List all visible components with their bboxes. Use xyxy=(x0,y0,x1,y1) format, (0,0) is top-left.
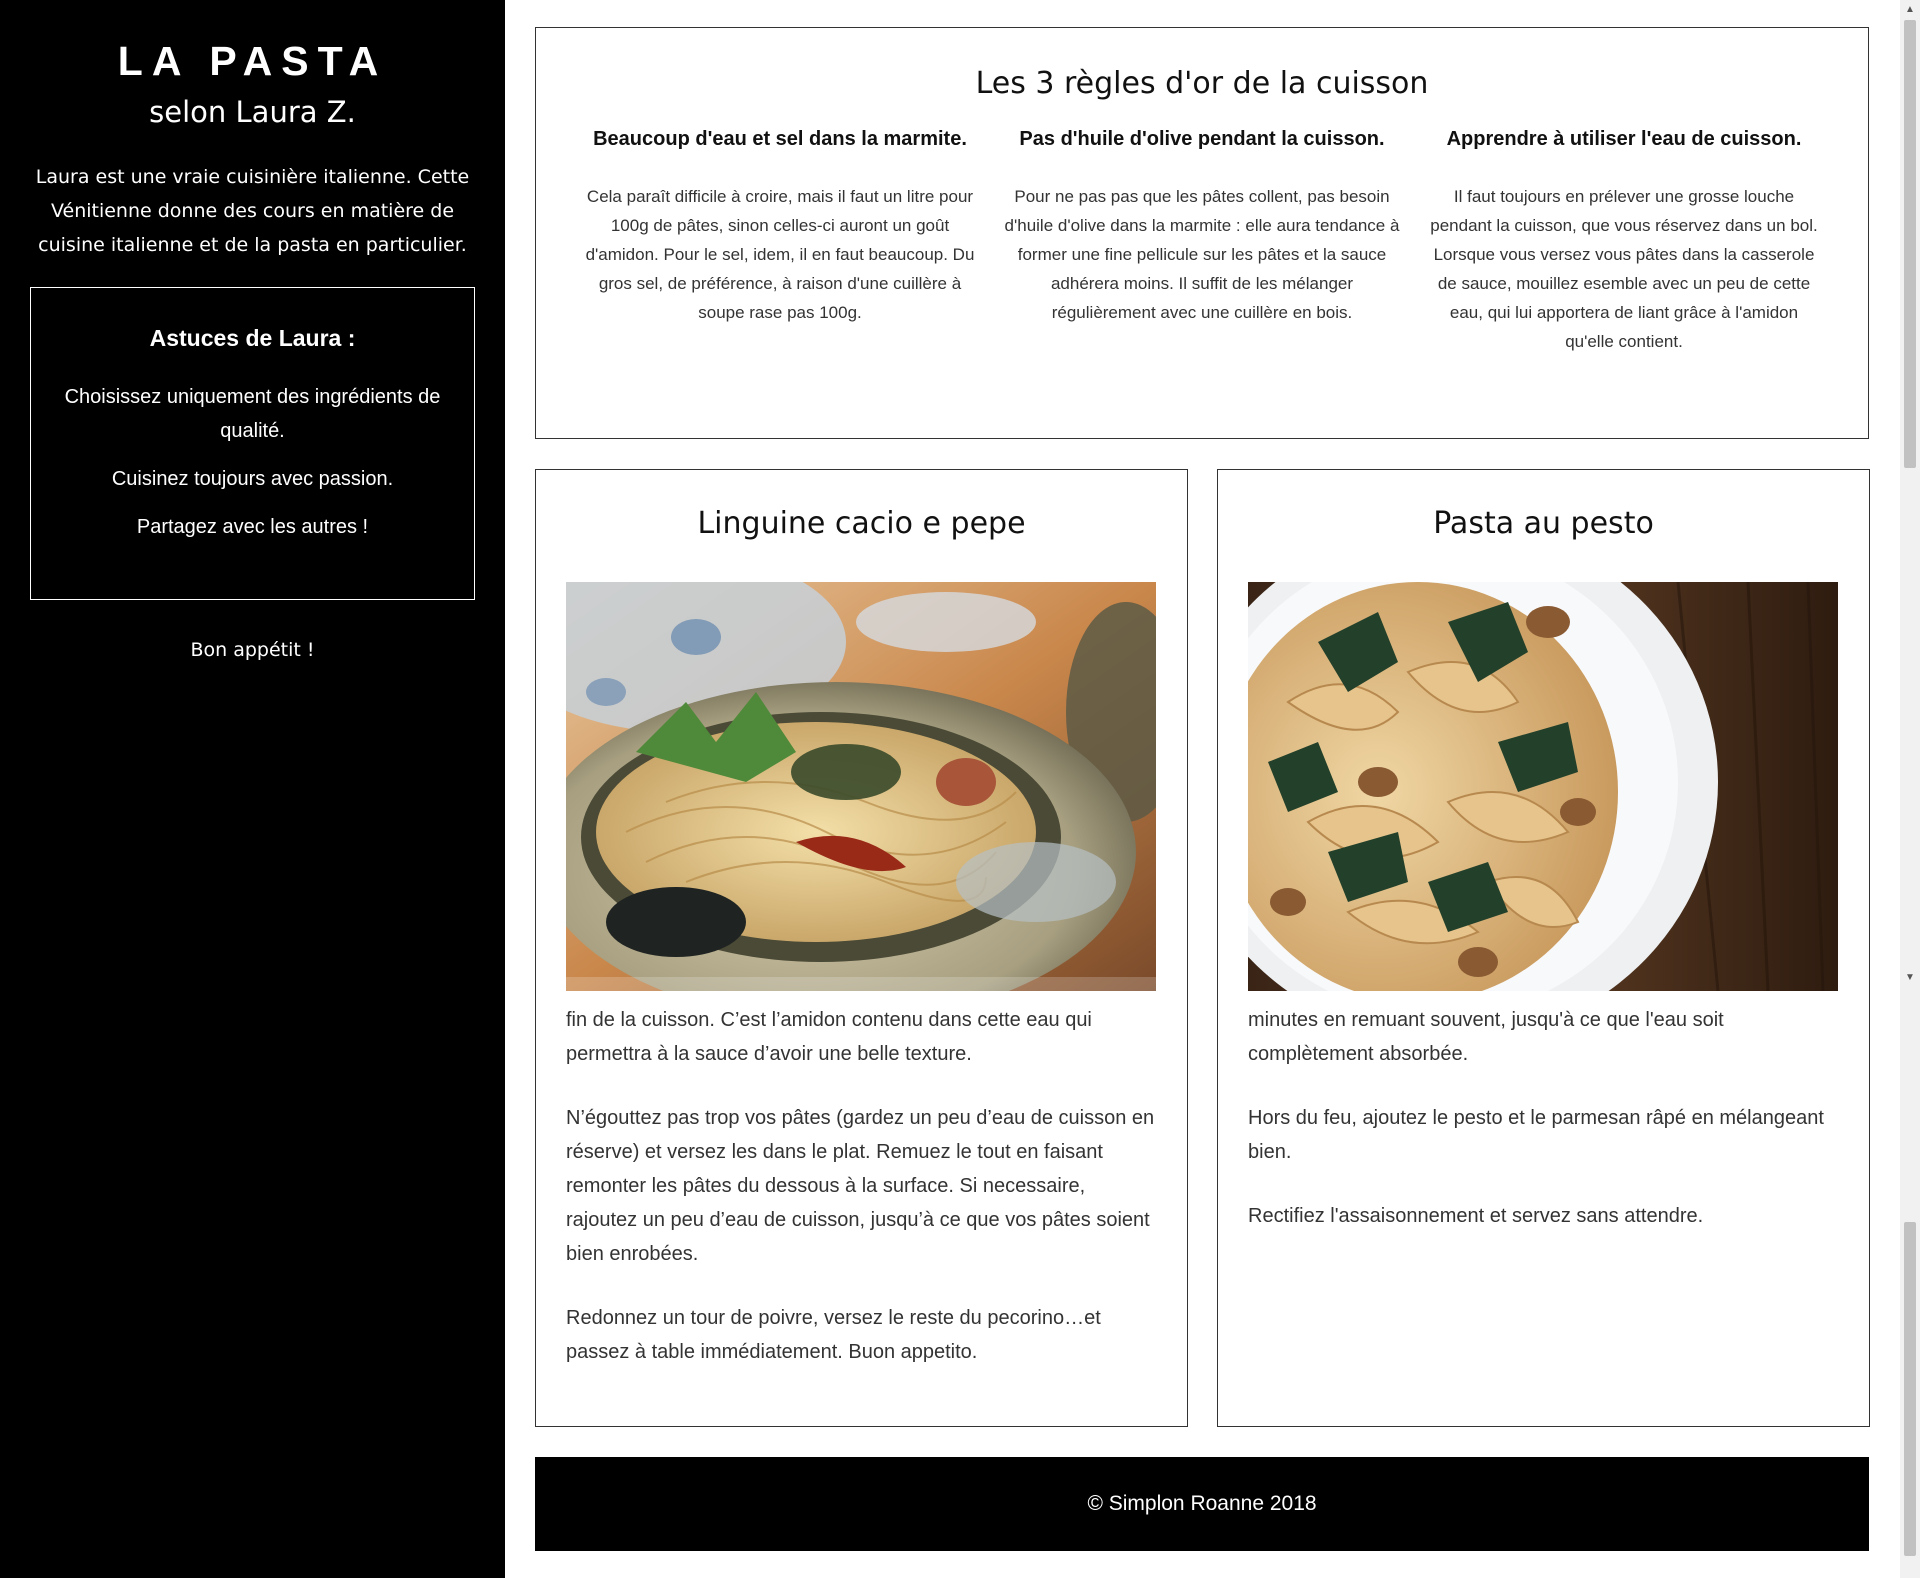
recipe-photo-spaghetti-bowl xyxy=(566,582,1156,991)
recipe-paragraph: Hors du feu, ajoutez le pesto et le parm… xyxy=(1248,1107,1824,1163)
footer-copyright: © Simplon Roanne 2018 xyxy=(1087,1492,1317,1515)
rule-heading: Pas d'huile d'olive pendant la cuisson. xyxy=(1019,128,1385,150)
rules-columns: Beaucoup d'eau et sel dans la marmite. C… xyxy=(536,124,1868,356)
page-footer: © Simplon Roanne 2018 xyxy=(535,1457,1869,1551)
site-subtitle: selon Laura Z. xyxy=(149,95,356,129)
tips-title: Astuces de Laura : xyxy=(149,325,356,351)
rule-column: Apprendre à utiliser l'eau de cuisson. I… xyxy=(1424,124,1824,356)
signoff-text: Bon appétit ! xyxy=(190,639,315,661)
rule-column: Beaucoup d'eau et sel dans la marmite. C… xyxy=(580,124,980,356)
tips-list: Choisissez uniquement des ingrédients de… xyxy=(31,380,474,544)
recipe-paragraph: N’égouttez pas trop vos pâtes (gardez un… xyxy=(566,1107,1155,1265)
rule-text: Il faut toujours en prélever une grosse … xyxy=(1430,187,1818,351)
rule-heading: Beaucoup d'eau et sel dans la marmite. xyxy=(593,128,967,150)
scroll-down-arrow-icon[interactable]: ▼ xyxy=(1900,972,1920,983)
recipe-paragraph: fin de la cuisson. C’est l’amidon conten… xyxy=(566,1009,1092,1065)
page-scrollbar[interactable]: ▲ ▼ xyxy=(1900,0,1920,1578)
site-brand: LA PASTA xyxy=(117,38,388,84)
tip-item: Cuisinez toujours avec passion. xyxy=(111,468,394,490)
scroll-up-arrow-icon[interactable]: ▲ xyxy=(1900,4,1920,15)
cooking-rules-section: Les 3 règles d'or de la cuisson Beaucoup… xyxy=(535,27,1869,439)
rule-text: Cela paraît difficile à croire, mais il … xyxy=(585,187,975,322)
rules-title: Les 3 règles d'or de la cuisson xyxy=(975,66,1429,101)
tip-item: Choisissez uniquement des ingrédients de… xyxy=(64,386,441,442)
author-intro: Laura est une vraie cuisinière italienne… xyxy=(35,166,470,256)
recipe-paragraph: Redonnez un tour de poivre, versez le re… xyxy=(566,1307,1101,1363)
scrollbar-thumb-lower[interactable] xyxy=(1904,1222,1916,1556)
recipe-title: Linguine cacio e pepe xyxy=(697,506,1026,541)
rule-column: Pas d'huile d'olive pendant la cuisson. … xyxy=(1002,124,1402,356)
rule-text: Pour ne pas pas que les pâtes collent, p… xyxy=(1004,187,1400,322)
recipe-paragraph: Rectifiez l'assaisonnement et servez san… xyxy=(1248,1205,1704,1227)
recipe-paragraph: minutes en remuant souvent, jusqu'à ce q… xyxy=(1248,1009,1724,1065)
rule-heading: Apprendre à utiliser l'eau de cuisson. xyxy=(1446,128,1802,150)
scrollbar-thumb[interactable] xyxy=(1904,20,1916,468)
recipe-card-pasta-pesto: Pasta au pesto minutes en remuant souven… xyxy=(1217,469,1870,1427)
tips-box: Astuces de Laura : Choisissez uniquement… xyxy=(30,287,475,600)
recipe-instructions: minutes en remuant souvent, jusqu'à ce q… xyxy=(1248,1003,1839,1263)
recipe-photo-pesto-plate xyxy=(1248,582,1838,991)
sidebar: LA PASTA selon Laura Z. Laura est une vr… xyxy=(0,0,505,1578)
tip-item: Partagez avec les autres ! xyxy=(136,516,369,538)
recipe-card-cacio-e-pepe: Linguine cacio e pepe fin de la cuisson.… xyxy=(535,469,1188,1427)
recipe-title: Pasta au pesto xyxy=(1433,506,1654,541)
recipe-instructions: fin de la cuisson. C’est l’amidon conten… xyxy=(566,1003,1157,1399)
